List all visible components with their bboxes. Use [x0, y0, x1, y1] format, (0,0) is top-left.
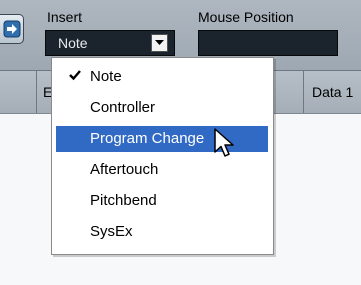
check-icon [69, 70, 81, 81]
arrow-right-into-box-icon [3, 20, 21, 38]
menu-item-label: Program Change [90, 130, 205, 147]
menu-item-label: Note [90, 68, 122, 85]
mouse-position-field [198, 30, 338, 56]
menu-item-note[interactable]: Note [56, 64, 268, 90]
mouse-pointer-icon [214, 128, 234, 157]
show-info-button[interactable] [0, 14, 24, 44]
insert-select-value: Note [58, 35, 88, 51]
insert-dropdown-menu: Note Controller Program Change Aftertouc… [51, 57, 274, 255]
insert-select[interactable]: Note [45, 30, 175, 56]
menu-item-controller[interactable]: Controller [56, 95, 268, 121]
insert-dropdown-button[interactable] [151, 34, 168, 52]
menu-item-sysex[interactable]: SysEx [56, 219, 268, 245]
mouse-position-label: Mouse Position [198, 9, 294, 25]
menu-item-label: Pitchbend [90, 192, 157, 209]
column-header-data-1[interactable]: Data 1 [312, 84, 353, 100]
column-divider[interactable] [36, 71, 37, 113]
menu-item-label: SysEx [90, 223, 133, 240]
menu-item-label: Controller [90, 99, 156, 116]
menu-item-program-change[interactable]: Program Change [56, 126, 268, 152]
menu-item-aftertouch[interactable]: Aftertouch [56, 157, 268, 183]
menu-item-pitchbend[interactable]: Pitchbend [56, 188, 268, 214]
insert-label: Insert [47, 9, 83, 25]
column-divider[interactable] [303, 71, 304, 113]
chevron-down-icon [155, 40, 164, 45]
menu-item-label: Aftertouch [90, 161, 159, 178]
